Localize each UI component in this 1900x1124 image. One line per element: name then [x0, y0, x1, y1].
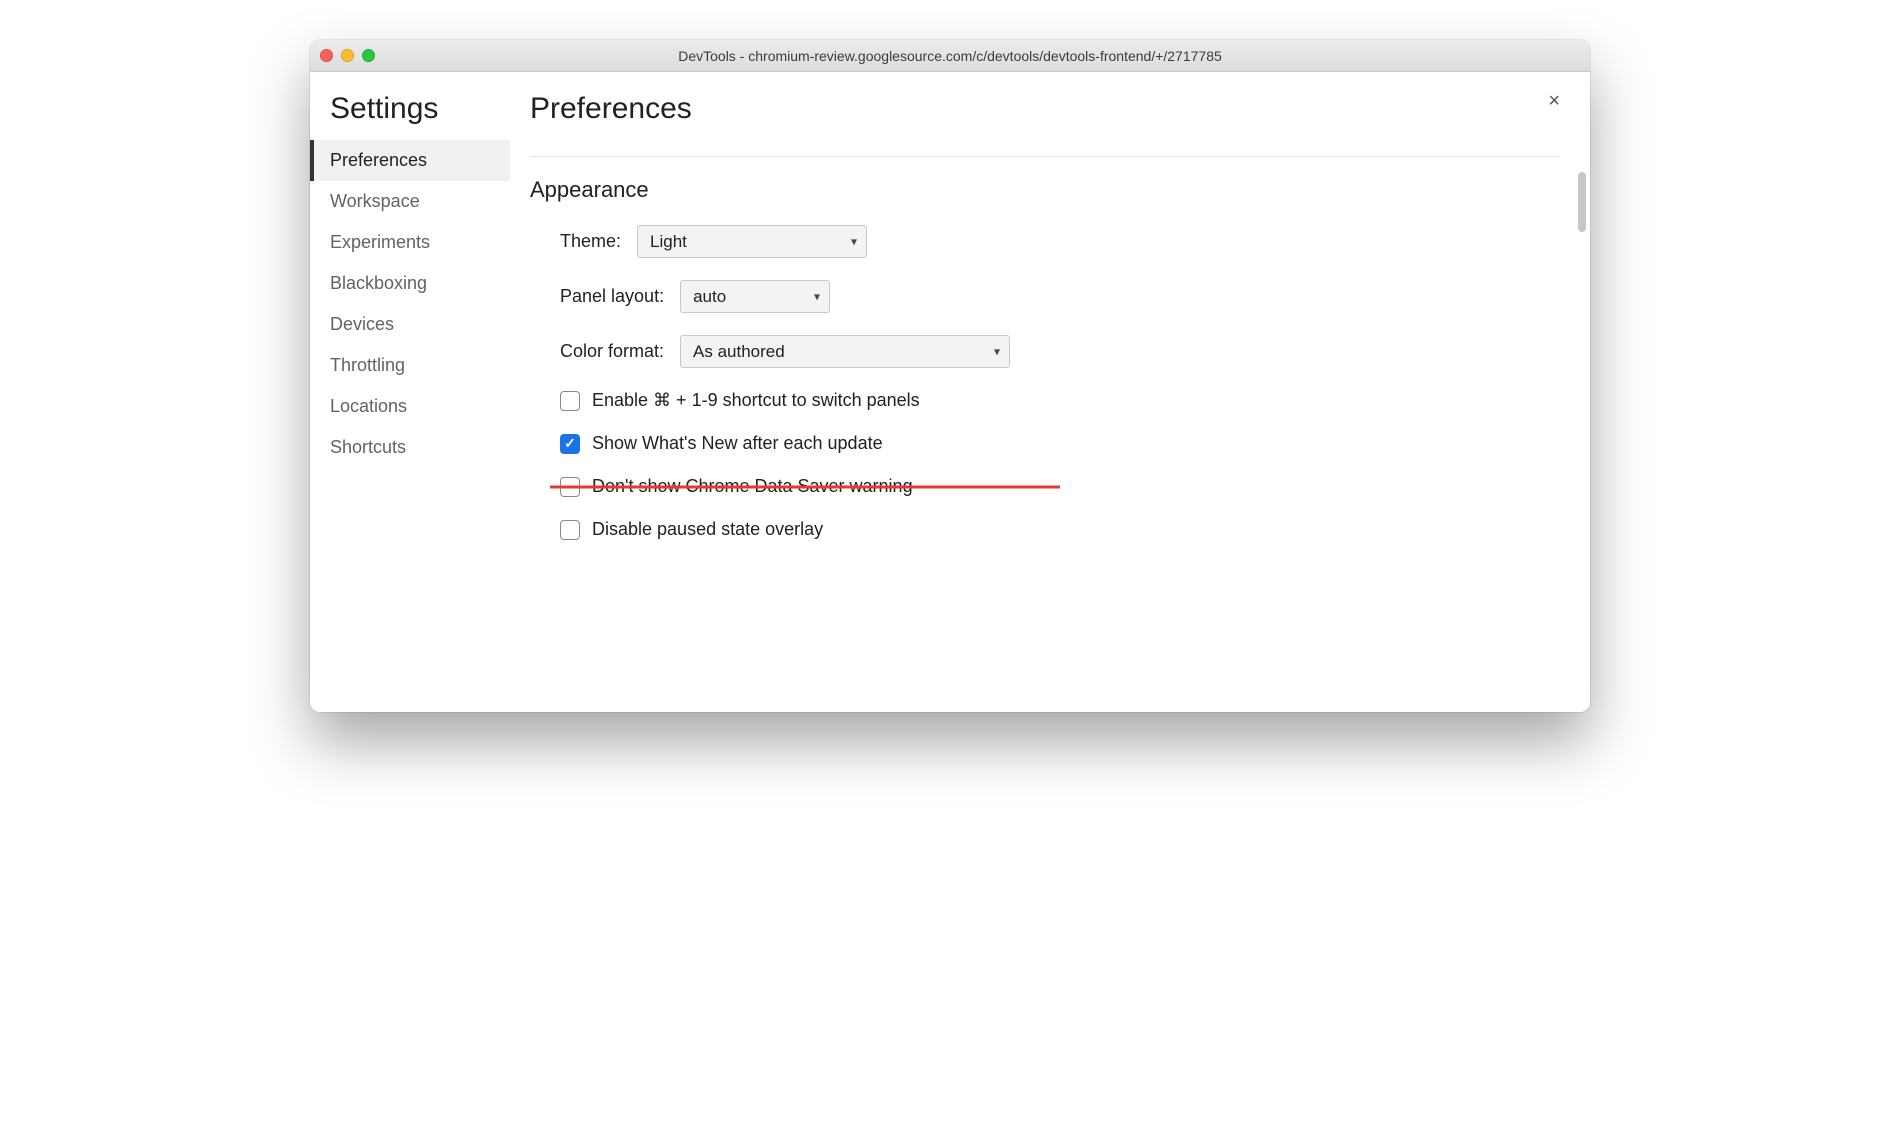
divider: [530, 156, 1560, 157]
sidebar-item-devices[interactable]: Devices: [310, 304, 510, 345]
sidebar-item-shortcuts[interactable]: Shortcuts: [310, 427, 510, 468]
sidebar-item-workspace[interactable]: Workspace: [310, 181, 510, 222]
sidebar-item-label: Devices: [330, 314, 394, 334]
sidebar-item-label: Locations: [330, 396, 407, 416]
sidebar-item-label: Experiments: [330, 232, 430, 252]
checkbox-row-whats-new: Show What's New after each update: [530, 433, 1560, 454]
sidebar-item-locations[interactable]: Locations: [310, 386, 510, 427]
main-panel: × Preferences Appearance Theme: Light Pa…: [510, 72, 1590, 712]
sidebar: Settings Preferences Workspace Experimen…: [310, 72, 510, 712]
sidebar-item-experiments[interactable]: Experiments: [310, 222, 510, 263]
color-format-row: Color format: As authored: [530, 335, 1560, 368]
sidebar-item-label: Blackboxing: [330, 273, 427, 293]
checkbox-label: Show What's New after each update: [592, 433, 883, 454]
checkbox-paused-overlay[interactable]: [560, 520, 580, 540]
maximize-window-icon[interactable]: [362, 49, 375, 62]
color-format-select-wrap: As authored: [680, 335, 1010, 368]
checkbox-label: Enable ⌘ + 1-9 shortcut to switch panels: [592, 390, 920, 411]
window-title: DevTools - chromium-review.googlesource.…: [310, 48, 1590, 64]
window: DevTools - chromium-review.googlesource.…: [310, 40, 1590, 712]
titlebar: DevTools - chromium-review.googlesource.…: [310, 40, 1590, 72]
sidebar-item-label: Preferences: [330, 150, 427, 170]
sidebar-item-label: Workspace: [330, 191, 420, 211]
sidebar-item-blackboxing[interactable]: Blackboxing: [310, 263, 510, 304]
checkbox-whats-new[interactable]: [560, 434, 580, 454]
sidebar-item-throttling[interactable]: Throttling: [310, 345, 510, 386]
sidebar-item-label: Throttling: [330, 355, 405, 375]
checkbox-shortcut-switch[interactable]: [560, 391, 580, 411]
checkbox-row-data-saver: Don't show Chrome Data Saver warning: [530, 476, 1560, 497]
checkbox-data-saver[interactable]: [560, 477, 580, 497]
panel-layout-select-wrap: auto: [680, 280, 830, 313]
section-appearance-heading: Appearance: [530, 177, 1560, 203]
panel-layout-select[interactable]: auto: [680, 280, 830, 313]
page-title: Preferences: [530, 92, 1560, 126]
panel-layout-row: Panel layout: auto: [530, 280, 1560, 313]
close-icon[interactable]: ×: [1548, 90, 1560, 113]
theme-row: Theme: Light: [530, 225, 1560, 258]
checkbox-row-shortcut-switch: Enable ⌘ + 1-9 shortcut to switch panels: [530, 390, 1560, 411]
scrollbar-thumb[interactable]: [1578, 172, 1586, 232]
color-format-select[interactable]: As authored: [680, 335, 1010, 368]
sidebar-item-label: Shortcuts: [330, 437, 406, 457]
close-window-icon[interactable]: [320, 49, 333, 62]
theme-select[interactable]: Light: [637, 225, 867, 258]
checkbox-label: Disable paused state overlay: [592, 519, 823, 540]
sidebar-item-preferences[interactable]: Preferences: [310, 140, 510, 181]
traffic-lights: [320, 49, 375, 62]
content: Settings Preferences Workspace Experimen…: [310, 72, 1590, 712]
theme-label: Theme:: [560, 231, 621, 252]
sidebar-title: Settings: [310, 92, 510, 140]
checkbox-row-paused-overlay: Disable paused state overlay: [530, 519, 1560, 540]
panel-layout-label: Panel layout:: [560, 286, 664, 307]
checkbox-label: Don't show Chrome Data Saver warning: [592, 476, 913, 497]
theme-select-wrap: Light: [637, 225, 867, 258]
minimize-window-icon[interactable]: [341, 49, 354, 62]
color-format-label: Color format:: [560, 341, 664, 362]
